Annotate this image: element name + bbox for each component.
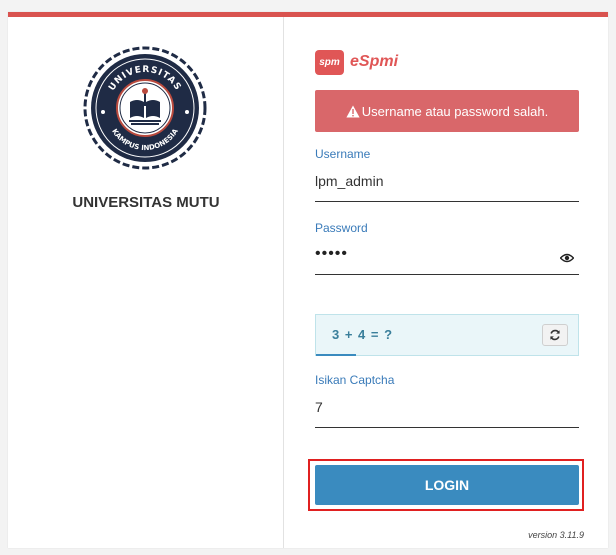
- refresh-icon: [550, 329, 560, 341]
- show-password-eye-icon[interactable]: [560, 253, 574, 263]
- captcha-input[interactable]: 7: [315, 399, 323, 415]
- username-underline: [315, 201, 579, 202]
- error-alert-message: Username atau password salah.: [361, 103, 549, 119]
- captcha-refresh-button[interactable]: [542, 324, 568, 346]
- institution-panel: UNIVERSITAS KAMPUS INDONESIA UNIVERSITAS…: [8, 17, 284, 548]
- login-card: UNIVERSITAS KAMPUS INDONESIA UNIVERSITAS…: [8, 12, 608, 548]
- login-button[interactable]: LOGIN: [315, 465, 579, 505]
- app-brand: spm eSpmi: [315, 49, 398, 75]
- login-form-panel: spm eSpmi Username atau password salah. …: [284, 17, 608, 548]
- brand-badge: spm: [315, 49, 344, 75]
- username-field[interactable]: lpm_admin: [315, 173, 383, 189]
- captcha-label: Isikan Captcha: [315, 373, 395, 387]
- captcha-question: 3 + 4 = ?: [332, 327, 394, 342]
- password-label: Password: [315, 221, 368, 235]
- warning-icon: [346, 105, 360, 117]
- username-label: Username: [315, 147, 371, 161]
- brand-name: eSpmi: [350, 53, 399, 70]
- university-name: UNIVERSITAS MUTU: [72, 194, 220, 211]
- university-seal-logo: UNIVERSITAS KAMPUS INDONESIA: [83, 46, 207, 170]
- error-alert: Username atau password salah.: [315, 90, 579, 132]
- captcha-box: 3 + 4 = ?: [315, 314, 579, 356]
- captcha-accent-bar: [316, 354, 356, 356]
- password-field[interactable]: •••••: [315, 245, 348, 263]
- captcha-underline: [315, 427, 579, 428]
- password-underline: [315, 274, 579, 275]
- version-label: version 3.11.9: [528, 530, 584, 540]
